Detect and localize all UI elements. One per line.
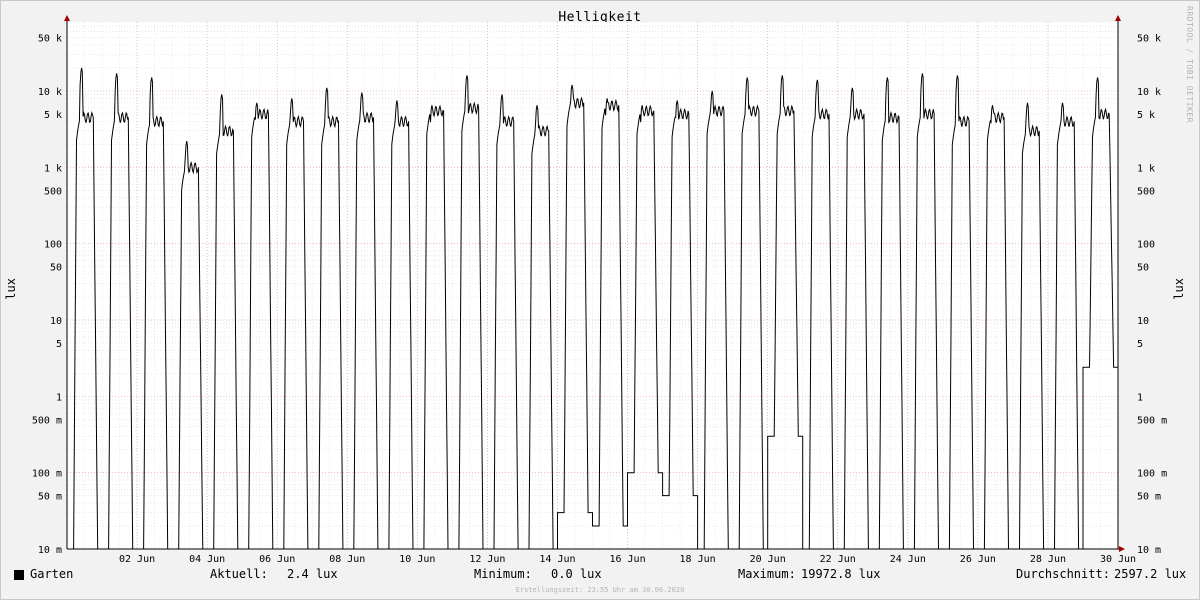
x-tick-label: 12 Jun: [469, 554, 505, 565]
legend-current-label: Aktuell:: [210, 567, 268, 581]
legend-swatch-garten: [14, 570, 24, 580]
legend-max-value: 19972.8 lux: [801, 567, 881, 581]
y-tick-label-left: 5: [56, 339, 62, 350]
legend-avg-label: Durchschnitt:: [1016, 567, 1110, 581]
y-tick-label-right: 5: [1137, 339, 1143, 350]
y-tick-label-right: 10 k: [1137, 87, 1161, 98]
x-tick-label: 24 Jun: [890, 554, 926, 565]
y-tick-label-right: 500: [1137, 186, 1155, 197]
x-tick-label: 14 Jun: [539, 554, 575, 565]
legend-min-value: 0.0 lux: [551, 567, 602, 581]
brightness-chart: 50 k 50 k10 k 10 k5 k5 k1 k1 k500 500100 100…: [32, 15, 1167, 565]
x-tick-label: 26 Jun: [960, 554, 996, 565]
x-tick-label: 28 Jun: [1030, 554, 1066, 565]
y-tick-label-left: 1: [56, 392, 62, 403]
x-tick-label: 16 Jun: [609, 554, 645, 565]
y-tick-label-right: 100 m: [1137, 469, 1167, 480]
y-tick-label-left: 50: [50, 263, 62, 274]
y-tick-label-right: 10 m: [1137, 545, 1161, 556]
y-tick-label-left: 100: [44, 240, 62, 251]
legend-avg-value: 2597.2 lux: [1114, 567, 1187, 581]
x-tick-label: 30 Jun: [1100, 554, 1136, 565]
y-tick-label-right: 50: [1137, 263, 1149, 274]
x-tick-label: 22 Jun: [820, 554, 856, 565]
y-tick-label-left: 500 m: [32, 415, 62, 426]
y-tick-label-right: 500 m: [1137, 415, 1167, 426]
y-axis-arrow-left: [64, 15, 70, 21]
x-axis-arrow: [1119, 546, 1125, 552]
y-tick-label-left: 1 k: [44, 163, 62, 174]
x-tick-label: 06 Jun: [259, 554, 295, 565]
y-tick-label-right: 1: [1137, 392, 1143, 403]
y-tick-label-right: 100: [1137, 240, 1155, 251]
x-tick-label: 20 Jun: [750, 554, 786, 565]
y-tick-label-left: 100 m: [32, 469, 62, 480]
legend-current-value: 2.4 lux: [287, 567, 338, 581]
legend-series-name: Garten: [30, 567, 74, 581]
y-tick-label-left: 10 m: [38, 545, 62, 556]
y-tick-label-left: 5 k: [44, 110, 62, 121]
y-tick-label-left: 50 m: [38, 492, 62, 503]
x-tick-label: 08 Jun: [329, 554, 365, 565]
y-tick-label-left: 500: [44, 186, 62, 197]
y-tick-label-right: 50 m: [1137, 492, 1161, 503]
y-tick-label-right: 10: [1137, 316, 1149, 327]
y-tick-label-left: 50 k: [38, 34, 62, 45]
y-tick-label-left: 10 k: [38, 87, 62, 98]
y-tick-label-right: 1 k: [1137, 163, 1155, 174]
x-tick-label: 10 Jun: [399, 554, 435, 565]
y-tick-label-right: 5 k: [1137, 110, 1155, 121]
x-tick-label: 02 Jun: [119, 554, 155, 565]
y-axis-arrow-right: [1115, 15, 1121, 21]
legend-max-label: Maximum:: [738, 567, 796, 581]
x-tick-label: 18 Jun: [680, 554, 716, 565]
x-tick-label: 04 Jun: [189, 554, 225, 565]
y-tick-label-left: 10: [50, 316, 62, 327]
footer-timestamp: Erstellungszeit: 23:55 Uhr am 30.06.2020: [515, 586, 685, 594]
legend-min-label: Minimum:: [474, 567, 532, 581]
y-tick-label-right: 50 k: [1137, 34, 1161, 45]
